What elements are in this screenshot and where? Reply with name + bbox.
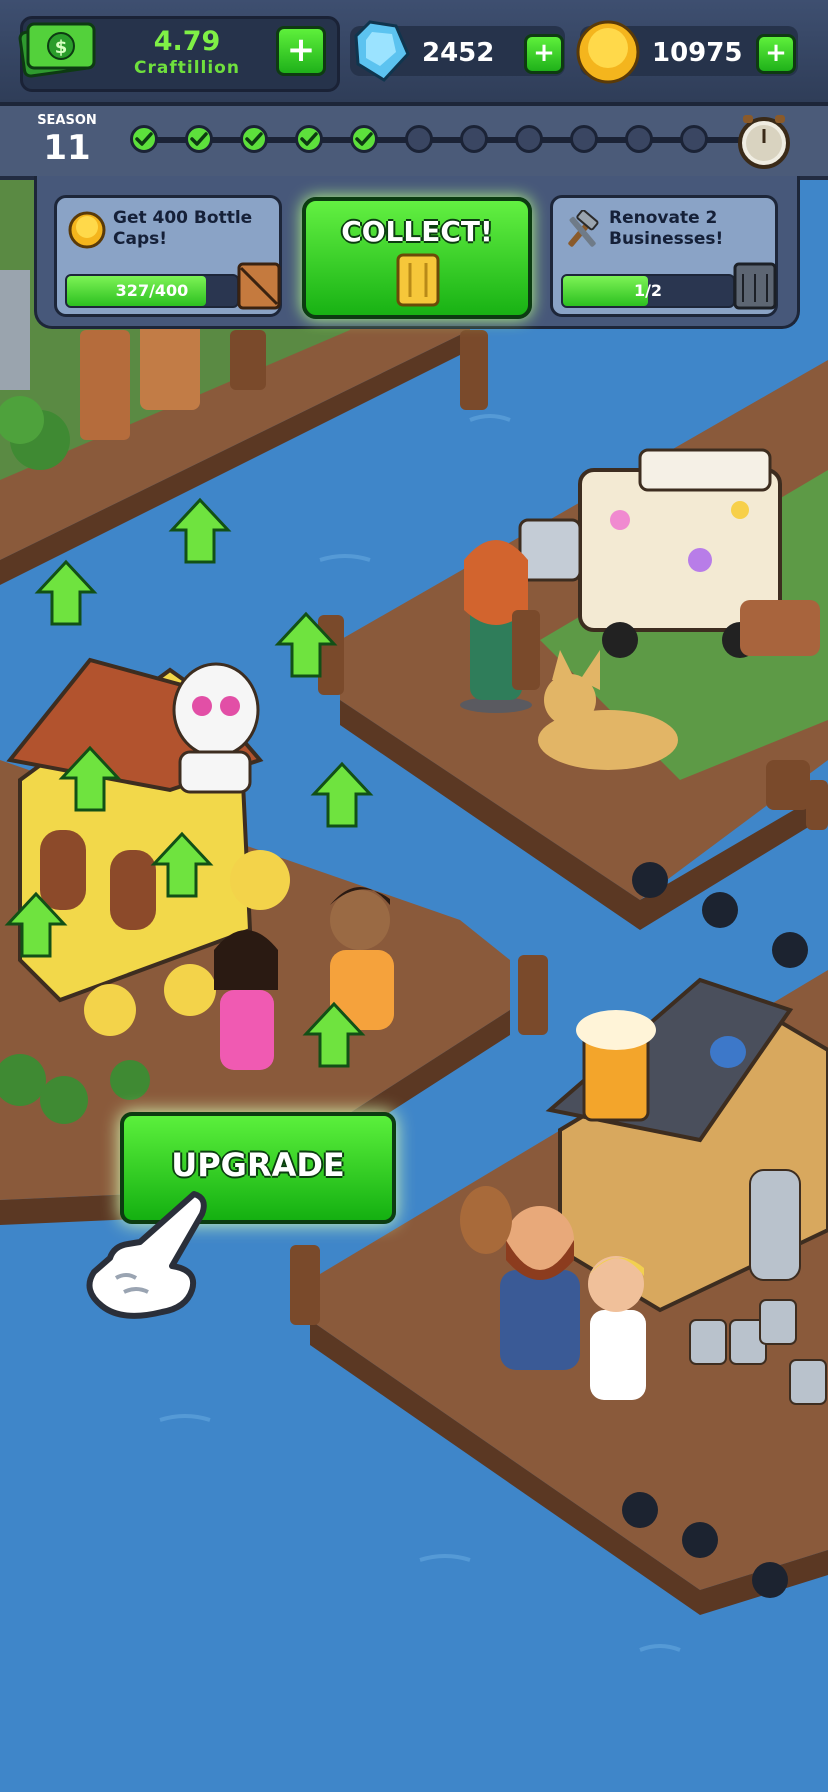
add-bottle-caps-button[interactable]: +	[756, 34, 796, 74]
checkmark-icon	[355, 132, 373, 146]
season-step-completed	[130, 125, 158, 153]
season-step-pending	[515, 125, 543, 153]
character-bearded-man[interactable]	[500, 1206, 580, 1370]
svg-text:$: $	[55, 37, 68, 58]
cash-value: 4.79	[153, 26, 221, 57]
cash-unit: Craftillion	[134, 58, 240, 78]
bottle-cap-count: 10975	[652, 38, 743, 68]
quest-progress-text: 1/2	[633, 281, 663, 300]
beer-mug-icon	[576, 1010, 656, 1122]
crate-icon	[237, 262, 281, 310]
season-step-completed	[350, 125, 378, 153]
season-step-completed	[295, 125, 323, 153]
quest-title: Get 400 Bottle Caps!	[113, 208, 253, 249]
quest-card-bottle-caps[interactable]: Get 400 Bottle Caps! 327/400	[54, 195, 282, 317]
dock-post	[290, 1245, 320, 1325]
gem-count: 2452	[422, 38, 495, 68]
bottle-cap-icon	[68, 211, 106, 249]
hammer-wrench-icon	[568, 210, 599, 247]
season-step-pending	[570, 125, 598, 153]
season-step-pending	[625, 125, 653, 153]
checkmark-icon	[190, 132, 208, 146]
quest-card-renovate[interactable]: Renovate 2 Businesses! 1/2	[550, 195, 778, 317]
add-gems-button[interactable]: +	[524, 34, 564, 74]
quest-progress-bar: 1/2	[561, 274, 735, 308]
bear-figure	[460, 1186, 512, 1254]
dock-post	[318, 615, 344, 695]
add-cash-button[interactable]: +	[276, 26, 326, 76]
reward-card-icon	[396, 253, 440, 307]
character-blonde-woman[interactable]	[588, 1256, 646, 1400]
collect-button[interactable]: COLLECT!	[302, 197, 532, 319]
quest-progress-text: 327/400	[115, 281, 189, 300]
checkmark-icon	[245, 132, 263, 146]
season-step-pending	[680, 125, 708, 153]
quest-progress-bar: 327/400	[65, 274, 239, 308]
season-step-completed	[185, 125, 213, 153]
dock-post	[512, 610, 540, 690]
season-step-pending	[405, 125, 433, 153]
dock-post	[460, 330, 488, 410]
diamond-gem-icon	[354, 20, 410, 82]
skeleton-decoration	[172, 662, 260, 794]
checkmark-icon	[300, 132, 318, 146]
bottle-cap-icon	[576, 20, 640, 84]
pointing-hand-icon	[86, 1191, 207, 1319]
dock-post	[518, 955, 548, 1035]
season-step-completed	[240, 125, 268, 153]
building-icon	[733, 262, 777, 310]
checkmark-icon	[135, 132, 153, 146]
collect-label: COLLECT!	[341, 215, 493, 248]
timer-chest-icon[interactable]	[737, 111, 791, 169]
season-step-pending	[460, 125, 488, 153]
season-number: 11	[43, 128, 91, 168]
quest-title: Renovate 2 Businesses!	[609, 208, 724, 249]
upgrade-label: UPGRADE	[171, 1146, 345, 1184]
dollar-bill-icon: $	[18, 22, 96, 78]
character-woman-pink[interactable]	[214, 930, 278, 1070]
season-label: SEASON	[37, 113, 97, 128]
